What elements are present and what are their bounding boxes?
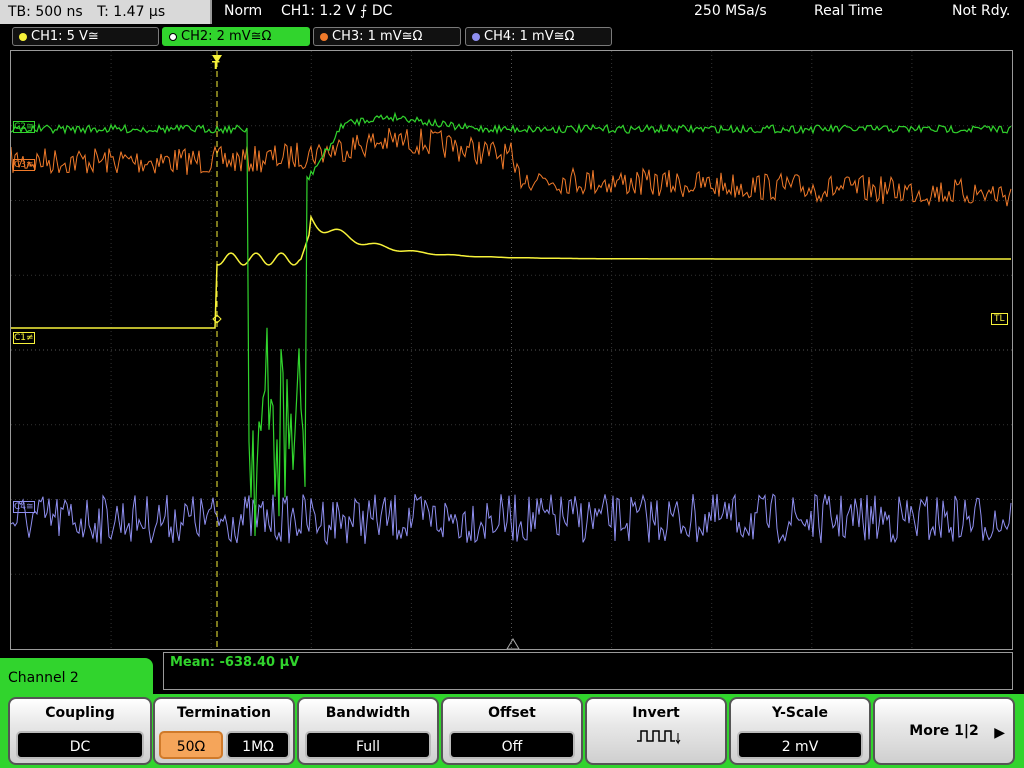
tab-ch2[interactable]: CH2: 2 mV≅Ω [162, 27, 310, 46]
trigger-time-readout: T: 1.47 µs [97, 4, 166, 20]
trigger-pos-label: T [212, 59, 220, 72]
trigger-info[interactable]: CH1: 1.2 V ⨍ DC [281, 3, 392, 19]
measurement-panel: Mean: -638.40 µV [163, 652, 1013, 690]
tab-ch3[interactable]: CH3: 1 mV≅Ω [313, 27, 461, 46]
mean-measurement: Mean: -638.40 µV [170, 655, 300, 670]
ch1-offset-marker[interactable]: C1≠ [13, 332, 35, 344]
bandwidth-value[interactable]: Full [305, 731, 431, 759]
termination-softkey[interactable]: Termination 50Ω 1MΩ [153, 697, 295, 765]
acquisition-state: Not Rdy. [952, 3, 1011, 19]
bandwidth-softkey[interactable]: Bandwidth Full [297, 697, 439, 765]
coupling-softkey[interactable]: Coupling DC [8, 697, 152, 765]
ch3-color-dot-icon [320, 33, 328, 41]
trigger-level-marker[interactable]: TL [991, 313, 1008, 325]
ch2-color-dot-icon [169, 33, 177, 41]
termination-1-megaohm[interactable]: 1MΩ [226, 731, 290, 759]
offset-value[interactable]: Off [449, 731, 575, 759]
channel-bar: CH1: 5 V≅ CH2: 2 mV≅Ω CH3: 1 mV≅Ω CH4: 1… [0, 26, 1024, 48]
ch4-label: CH4: 1 mV≅Ω [484, 29, 575, 44]
timebase-readout: TB: 500 ns [8, 4, 83, 20]
menu-title: Channel 2 [0, 658, 153, 698]
inverted-square-wave-icon [637, 730, 681, 745]
right-arrow-icon: ▶ [994, 725, 1005, 741]
sample-rate: 250 MSa/s [694, 3, 767, 19]
ch3-label: CH3: 1 mV≅Ω [332, 29, 423, 44]
coupling-value[interactable]: DC [16, 731, 144, 759]
ch2-offset-marker[interactable]: C2≅ [13, 121, 35, 133]
tab-ch1[interactable]: CH1: 5 V≅ [12, 27, 159, 46]
ch2-label: CH2: 2 mV≅Ω [181, 29, 272, 44]
termination-label: Termination [177, 705, 271, 721]
timebase-box[interactable]: TB: 500 ns T: 1.47 µs [0, 0, 212, 24]
ch4-offset-marker[interactable]: C4≅ [13, 501, 35, 513]
more-softkey[interactable]: More 1|2 ▶ [873, 697, 1015, 765]
y-scale-label: Y-Scale [771, 705, 828, 721]
waveform-canvas [11, 51, 1012, 649]
trigger-mode[interactable]: Norm [224, 3, 262, 19]
coupling-label: Coupling [45, 705, 115, 721]
waveform-display[interactable]: T C2≅ C3≅ C1≠ C4≅ TL [10, 50, 1013, 650]
termination-50-ohm[interactable]: 50Ω [159, 731, 223, 759]
offset-softkey[interactable]: Offset Off [441, 697, 583, 765]
bandwidth-label: Bandwidth [325, 705, 411, 721]
graticule [11, 51, 1012, 649]
ch3-offset-marker[interactable]: C3≅ [13, 159, 35, 171]
offset-label: Offset [488, 705, 536, 721]
tab-ch4[interactable]: CH4: 1 mV≅Ω [465, 27, 612, 46]
ch4-color-dot-icon [472, 33, 480, 41]
y-scale-value[interactable]: 2 mV [737, 731, 863, 759]
more-label: More 1|2 [909, 723, 979, 739]
invert-softkey[interactable]: Invert [585, 697, 727, 765]
status-bar: TB: 500 ns T: 1.47 µs Norm CH1: 1.2 V ⨍ … [0, 0, 1024, 25]
ch4-trace [11, 493, 1012, 546]
ch1-label: CH1: 5 V≅ [31, 29, 99, 44]
center-marker-icon [506, 638, 520, 649]
ch1-color-dot-icon [19, 33, 27, 41]
y-scale-softkey[interactable]: Y-Scale 2 mV [729, 697, 871, 765]
invert-label: Invert [632, 705, 680, 721]
acquisition-mode: Real Time [814, 3, 883, 19]
